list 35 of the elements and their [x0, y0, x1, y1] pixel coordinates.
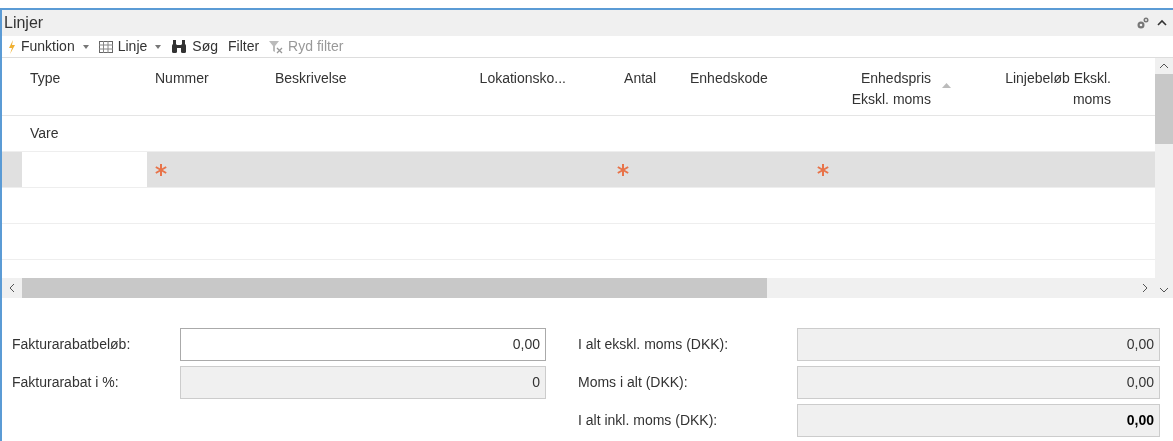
column-header[interactable]: Antal [592, 68, 682, 114]
amount-field: 0,00 [797, 404, 1160, 437]
scrollbar-thumb[interactable] [22, 278, 767, 298]
toolbar-button[interactable]: Linje [98, 36, 162, 57]
clear-filter-icon [269, 39, 284, 54]
amount-field: 0 [180, 366, 546, 399]
amount-field: 0,00 [797, 366, 1160, 399]
table-row[interactable] [2, 152, 1155, 188]
column-header[interactable]: Linjebeløb Ekskl. moms [957, 68, 1137, 114]
column-header[interactable]: Nummer [147, 68, 267, 114]
field-label: I alt inkl. moms (DKK): [578, 411, 719, 430]
column-header[interactable]: Lokationsko... [472, 68, 592, 114]
lightning-icon [8, 39, 16, 54]
scrollbar-thumb[interactable] [1155, 74, 1173, 144]
column-header[interactable]: Enhedskode [682, 68, 792, 114]
column-header[interactable]: Enhedspris Ekskl. moms [792, 68, 957, 114]
toolbar-button[interactable]: Filter [228, 36, 260, 57]
grid-icon [98, 40, 113, 53]
table-cell-text: Vare [30, 124, 59, 143]
column-header[interactable]: Type [22, 68, 147, 114]
collapse-icon[interactable] [1157, 19, 1167, 27]
column-header[interactable]: Beskrivelse [267, 68, 472, 114]
caret-icon [155, 44, 162, 49]
amount-field: 0,00 [797, 328, 1160, 361]
toolbar-button[interactable]: Funktion [8, 36, 89, 57]
binoculars-icon [171, 40, 188, 53]
amount-field[interactable]: 0,00 [180, 328, 546, 361]
field-label: I alt ekskl. moms (DKK): [578, 335, 730, 354]
field-label: Fakturarabatbeløb: [12, 335, 132, 354]
caret-icon [82, 44, 89, 49]
field-label: Fakturarabat i %: [12, 373, 120, 392]
settings-icon[interactable] [1135, 15, 1151, 31]
toolbar-button[interactable]: Søg [171, 36, 218, 57]
panel-title: Linjer [4, 13, 44, 33]
field-label: Moms i alt (DKK): [578, 373, 689, 392]
